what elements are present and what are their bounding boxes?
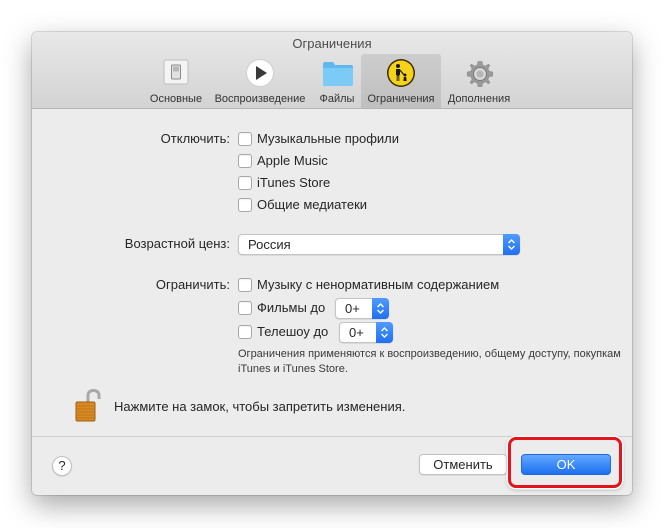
unlocked-padlock-icon[interactable] <box>74 388 102 423</box>
tv-rating-value: 0+ <box>349 325 364 340</box>
preferences-window: Ограничения Основные Воспроизведение Фай… <box>32 32 632 495</box>
parental-controls-icon <box>386 58 416 88</box>
checkbox-apple-music[interactable]: Apple Music <box>238 153 328 168</box>
tv-rating-select[interactable]: 0+ <box>339 322 393 343</box>
checkbox-label: Музыкальные профили <box>257 131 400 146</box>
checkbox[interactable] <box>238 324 252 339</box>
tab-advanced[interactable]: Дополнения <box>443 54 515 108</box>
tab-playback[interactable]: Воспроизведение <box>210 54 310 108</box>
checkbox-itunes-store[interactable]: iTunes Store <box>238 175 330 190</box>
folder-icon <box>322 58 353 88</box>
lock-hint-text: Нажмите на замок, чтобы запретить измене… <box>114 399 406 414</box>
window-title: Ограничения <box>292 36 372 51</box>
chevron-up-down-icon <box>503 234 520 255</box>
checkbox[interactable] <box>238 300 252 315</box>
gear-icon <box>464 58 494 88</box>
movies-rating-value: 0+ <box>345 301 360 316</box>
checkbox-label: Фильмы до <box>257 300 326 315</box>
toolbar: Ограничения Основные Воспроизведение Фай… <box>32 32 632 109</box>
tab-restrictions[interactable]: Ограничения <box>361 54 441 108</box>
restrictions-note: Ограничения применяются к воспроизведени… <box>238 348 621 375</box>
checkbox[interactable] <box>238 131 252 146</box>
tab-label: Ограничения <box>367 93 435 105</box>
checkbox-explicit-music[interactable]: Музыку с ненормативным содержанием <box>238 277 499 292</box>
switch-icon <box>161 58 191 88</box>
checkbox-label: Общие медиатеки <box>257 197 368 212</box>
chevron-up-down-icon <box>376 322 393 343</box>
ratings-value: Россия <box>248 237 291 252</box>
checkbox-tv-shows[interactable]: Телешоу до <box>238 324 328 339</box>
checkbox[interactable] <box>238 175 252 190</box>
checkbox[interactable] <box>238 197 252 212</box>
tab-label: Файлы <box>319 93 355 105</box>
disable-label: Отключить: <box>160 131 230 146</box>
tab-label: Воспроизведение <box>214 93 306 105</box>
checkbox[interactable] <box>238 277 252 292</box>
tab-label: Основные <box>149 93 203 105</box>
checkbox-shared-libraries[interactable]: Общие медиатеки <box>238 197 367 212</box>
checkbox-label: iTunes Store <box>257 175 331 190</box>
checkbox-movies[interactable]: Фильмы до <box>238 300 325 315</box>
chevron-up-down-icon <box>372 298 389 319</box>
movies-rating-select[interactable]: 0+ <box>335 298 389 319</box>
play-icon <box>245 58 275 88</box>
help-button[interactable]: ? <box>52 456 72 476</box>
ratings-label: Возрастной ценз: <box>124 236 230 251</box>
cancel-button[interactable]: Отменить <box>419 454 507 475</box>
tab-files[interactable]: Файлы <box>314 54 360 108</box>
tab-general[interactable]: Основные <box>145 54 207 108</box>
checkbox-label: Музыку с ненормативным содержанием <box>257 277 500 292</box>
restrict-label: Ограничить: <box>155 277 230 292</box>
checkbox[interactable] <box>238 153 252 168</box>
checkbox-music-profiles[interactable]: Музыкальные профили <box>238 131 399 146</box>
ok-button-highlight-annotation <box>508 437 622 488</box>
checkbox-label: Apple Music <box>257 153 328 168</box>
tab-label: Дополнения <box>447 93 511 105</box>
ratings-country-select[interactable]: Россия <box>238 234 520 255</box>
checkbox-label: Телешоу до <box>257 324 329 339</box>
